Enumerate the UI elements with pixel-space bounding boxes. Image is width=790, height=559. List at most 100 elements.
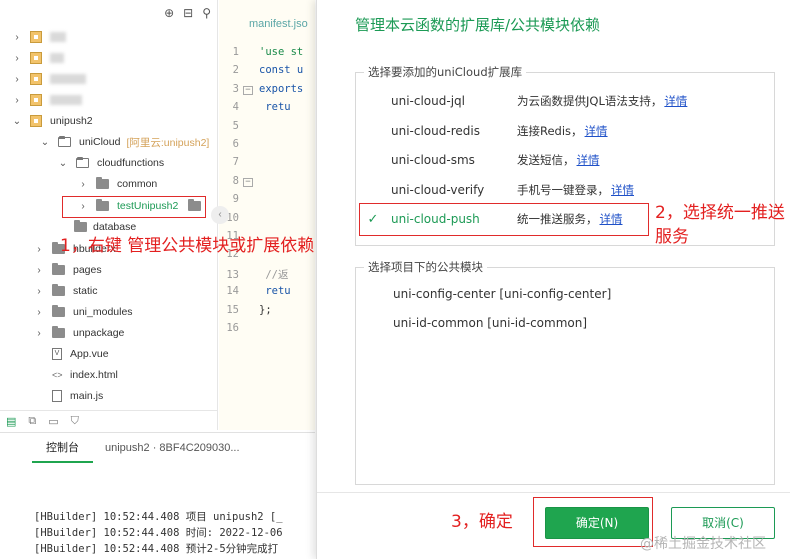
chevron-right-icon[interactable]: ›: [78, 179, 88, 190]
fold-icon[interactable]: −: [243, 85, 253, 95]
console-tabs: 控制台 unipush2 · 8BF4C209030...: [0, 433, 252, 463]
tree-item-static[interactable]: › static: [34, 281, 98, 301]
tree-item-project-1[interactable]: ›: [12, 27, 66, 47]
line-number: 7: [232, 156, 239, 169]
chevron-right-icon[interactable]: ›: [12, 32, 22, 43]
code-line: 8−: [219, 175, 259, 193]
code-text: };: [259, 303, 272, 316]
tree-item-project-4[interactable]: ›: [12, 90, 82, 110]
extension-item-uni-cloud-verify[interactable]: uni-cloud-verify 手机号一键登录， 详情: [355, 178, 634, 202]
annotation-step-2: 2，选择统一推送服务: [655, 203, 785, 247]
details-link[interactable]: 详情: [585, 123, 608, 139]
tree-item-unipush2[interactable]: ⌄ unipush2: [12, 111, 93, 131]
module-group-legend: 选择项目下的公共模块: [368, 260, 483, 274]
chevron-down-icon[interactable]: ⌄: [40, 137, 50, 148]
tree-item-label: App.vue: [70, 348, 109, 360]
tree-item-app-vue[interactable]: V App.vue: [52, 344, 109, 364]
project-icon: [30, 94, 42, 106]
cloud-folder-icon: [58, 136, 71, 147]
line-number: 4: [232, 101, 239, 114]
vue-file-icon: V: [52, 348, 62, 360]
tree-item-project-2[interactable]: ›: [12, 48, 64, 68]
details-link[interactable]: 详情: [664, 93, 687, 109]
chevron-right-icon[interactable]: ›: [34, 286, 44, 297]
tree-item-label: unipush2: [50, 115, 93, 127]
module-item-uni-config-center[interactable]: uni-config-center [uni-config-center]: [393, 287, 611, 309]
tree-item-project-3[interactable]: ›: [12, 69, 86, 89]
code-text: const u: [259, 64, 304, 77]
project-icon: [30, 115, 42, 127]
tree-item-label: common: [117, 178, 158, 190]
chevron-down-icon[interactable]: ⌄: [58, 158, 68, 169]
tree-item-common[interactable]: › common: [78, 174, 157, 194]
chevron-right-icon[interactable]: ›: [34, 244, 44, 255]
code-text: 'use st: [259, 46, 304, 58]
filter-icon[interactable]: ⚲: [202, 6, 211, 20]
project-view-icon[interactable]: ▤: [6, 415, 16, 428]
tree-item-index-html[interactable]: <> index.html: [52, 365, 118, 385]
tree-item-uni-modules[interactable]: › uni_modules: [34, 302, 133, 322]
ok-button[interactable]: 确定(N): [545, 507, 649, 539]
tab-unipush2-device[interactable]: unipush2 · 8BF4C209030...: [93, 433, 252, 463]
code-line: 7: [219, 156, 259, 174]
code-line: 3− exports: [219, 83, 303, 101]
tree-item-label: static: [73, 285, 98, 297]
code-line: 6: [219, 138, 259, 156]
annotation-step-1: 1，右键 管理公共模块或扩展依赖: [60, 236, 315, 256]
blurred-label: [50, 53, 64, 63]
chevron-left-icon[interactable]: ‹: [211, 206, 229, 224]
fold-icon[interactable]: −: [243, 177, 253, 187]
code-editor[interactable]: manifest.jso 1'use st 2 const u 3− exports 4 …: [211, 0, 315, 430]
extension-description: 为云函数提供JQL语法支持，: [517, 94, 663, 108]
line-number: 13: [226, 268, 239, 281]
cloud-provider-tag: [阿里云:unipush2]: [126, 136, 210, 149]
line-number: 8: [232, 174, 239, 187]
tab-console[interactable]: 控制台: [32, 433, 93, 463]
extension-name: uni-cloud-redis: [391, 123, 480, 138]
chevron-right-icon[interactable]: ›: [34, 265, 44, 276]
extension-item-uni-cloud-jql[interactable]: uni-cloud-jql 为云函数提供JQL语法支持， 详情: [355, 89, 687, 113]
bookmark-icon[interactable]: ⛉: [71, 415, 79, 428]
tree-item-main-js[interactable]: main.js: [52, 386, 103, 406]
extensions-icon[interactable]: ⧉: [28, 415, 36, 428]
console-line: [HBuilder] 10:52:44.408 预计2-5分钟完成打: [34, 543, 279, 555]
tree-item-cloudfunctions[interactable]: ⌄ cloudfunctions: [58, 153, 164, 173]
tree-item-pages[interactable]: › pages: [34, 260, 102, 280]
line-number: 9: [232, 193, 239, 206]
code-line: 1 'use st: [219, 46, 304, 64]
editor-tab[interactable]: manifest.jso: [249, 18, 308, 30]
plus-circle-icon[interactable]: ⊕: [164, 6, 174, 20]
chevron-right-icon[interactable]: ›: [34, 307, 44, 318]
tree-item-unpackage[interactable]: › unpackage: [34, 323, 124, 343]
collapse-icon[interactable]: ⊟: [183, 6, 193, 20]
line-number: 15: [226, 303, 239, 316]
extension-item-uni-cloud-sms[interactable]: uni-cloud-sms 发送短信， 详情: [355, 148, 600, 172]
blurred-label: [50, 95, 82, 105]
code-line: 13 //返: [219, 267, 288, 285]
tree-item-label: unpackage: [73, 327, 125, 339]
chevron-right-icon[interactable]: ›: [34, 328, 44, 339]
extension-description: 连接Redis，: [517, 123, 583, 138]
extension-item-uni-cloud-redis[interactable]: uni-cloud-redis 连接Redis， 详情: [355, 119, 608, 143]
dialog-footer-divider: [317, 492, 790, 493]
extension-name: uni-cloud-jql: [391, 94, 465, 108]
chevron-right-icon[interactable]: ›: [12, 95, 22, 106]
blurred-label: [50, 74, 86, 84]
extension-description: 发送短信，: [517, 153, 575, 167]
chevron-right-icon[interactable]: ›: [12, 74, 22, 85]
tree-item-label: uni_modules: [73, 306, 133, 318]
details-link[interactable]: 详情: [611, 182, 634, 198]
html-file-icon: <>: [52, 370, 63, 380]
chevron-right-icon[interactable]: ›: [12, 53, 22, 64]
js-file-icon: [52, 390, 62, 402]
chevron-down-icon[interactable]: ⌄: [12, 116, 22, 127]
watermark: @稀土掘金技术社区: [640, 536, 766, 552]
tree-item-label: uniCloud: [79, 136, 121, 148]
module-item-uni-id-common[interactable]: uni-id-common [uni-id-common]: [393, 316, 587, 338]
blurred-label: [50, 32, 66, 42]
tree-item-unicloud[interactable]: ⌄ uniCloud [阿里云:unipush2]: [40, 132, 209, 152]
folder-view-icon[interactable]: ▭: [48, 415, 58, 428]
details-link[interactable]: 详情: [577, 152, 600, 168]
explorer-toolbar: ⊕ ⊟ ⚲: [164, 6, 211, 20]
dialog-title: 管理本云函数的扩展库/公共模块依赖: [355, 16, 601, 34]
